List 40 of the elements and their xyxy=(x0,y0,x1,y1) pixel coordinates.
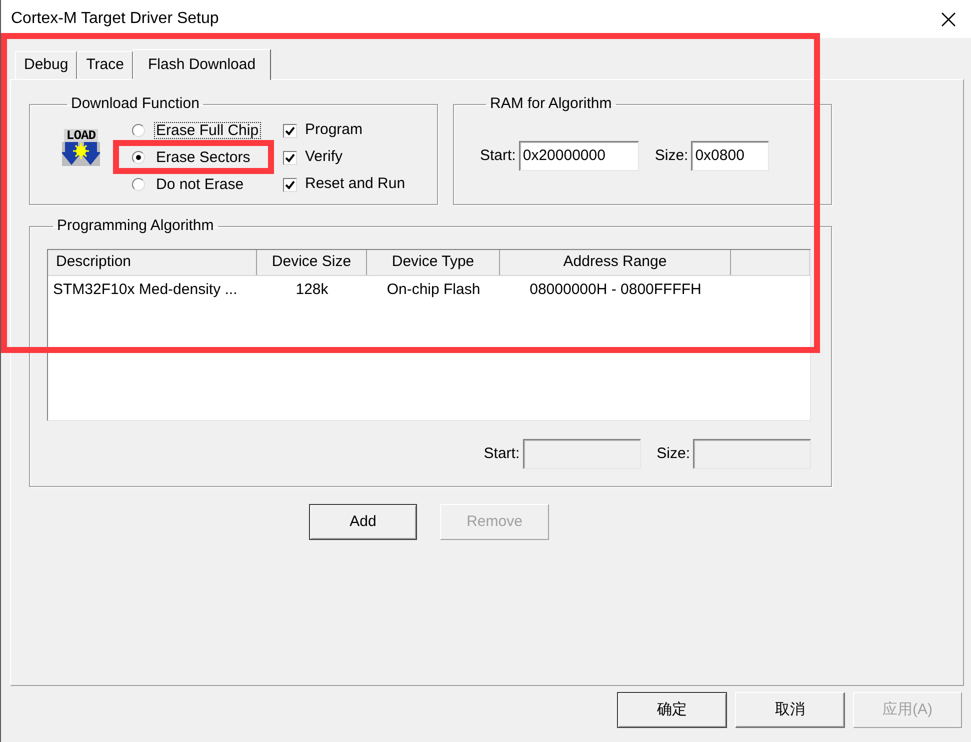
radio-button[interactable] xyxy=(132,124,145,137)
field-label: Start: xyxy=(480,146,516,166)
window-title: Cortex-M Target Driver Setup xyxy=(11,9,219,29)
table-cell-text: STM32F10x Med-density ... xyxy=(52,280,238,300)
column-header[interactable]: Description xyxy=(48,250,257,275)
add-button[interactable]: Add xyxy=(309,504,417,540)
group-title: RAM for Algorithm xyxy=(489,95,613,113)
checkbox[interactable] xyxy=(283,124,297,138)
erase-option[interactable]: Erase Sectors xyxy=(132,144,283,171)
field-label: Size: xyxy=(656,444,690,464)
algorithm-list[interactable]: Description Device Size Device Type Address Range STM32F10x Med-density ... 128k On-chip Flash 08000000H - 0800FFFFH xyxy=(47,249,811,421)
group-title: Programming Algorithm xyxy=(56,217,215,235)
checkbox[interactable] xyxy=(283,178,297,192)
cancel-button[interactable]: 取消 xyxy=(735,692,845,728)
column-header[interactable]: Address Range xyxy=(500,250,731,275)
action-option[interactable]: Verify xyxy=(283,144,406,171)
load-label: LOAD xyxy=(64,129,98,142)
tab[interactable]: Trace xyxy=(77,51,133,79)
table-cell-text: 128k xyxy=(294,280,330,300)
table-cell-text: On-chip Flash xyxy=(386,280,482,300)
action-option[interactable]: Reset and Run xyxy=(283,171,406,198)
column-header[interactable]: Device Type xyxy=(367,250,500,275)
group-title: Download Function xyxy=(70,95,200,113)
download-arrows-icon xyxy=(62,142,100,166)
column-header[interactable]: Device Size xyxy=(257,250,367,275)
tab[interactable]: Debug xyxy=(15,51,78,79)
erase-option[interactable]: Erase Full Chip xyxy=(132,117,283,144)
radio-button[interactable] xyxy=(132,151,145,164)
field-label: Start: xyxy=(484,444,520,464)
field-label: Size: xyxy=(654,146,688,166)
erase-option[interactable]: Do not Erase xyxy=(132,171,283,198)
radio-button[interactable] xyxy=(132,178,145,191)
close-icon[interactable] xyxy=(941,12,956,26)
checkbox[interactable] xyxy=(283,150,297,164)
ram-size-field[interactable]: 0x0800 xyxy=(691,141,770,171)
action-option[interactable]: Program xyxy=(283,117,406,144)
ram-start-field[interactable]: 0x20000000 xyxy=(518,141,639,171)
tab[interactable]: Flash Download xyxy=(133,49,271,80)
table-cell-text: 08000000H - 0800FFFFH xyxy=(528,280,702,300)
ok-button[interactable]: 确定 xyxy=(617,692,727,728)
